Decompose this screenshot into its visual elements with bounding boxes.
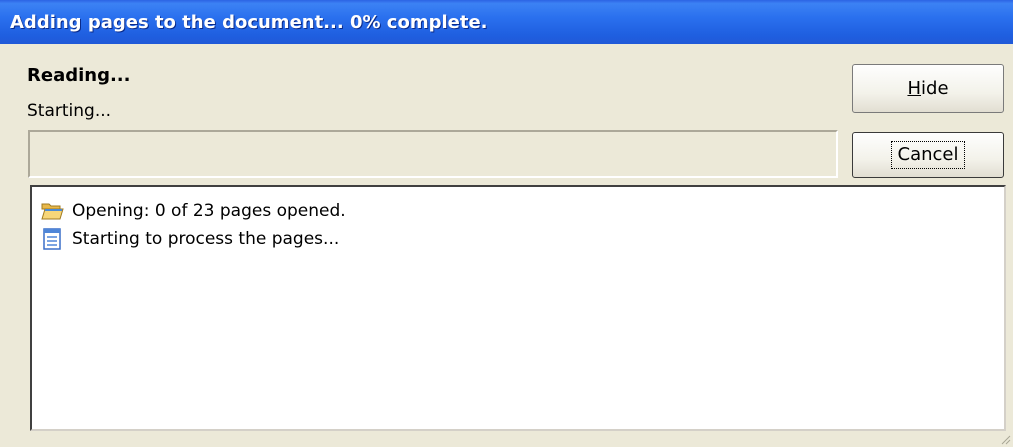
- hide-button-mnemonic: H: [907, 78, 922, 99]
- hide-button[interactable]: Hide: [852, 64, 1004, 113]
- log-item-text: Starting to process the pages...: [72, 229, 340, 249]
- log-item: Opening: 0 of 23 pages opened.: [40, 197, 346, 225]
- cancel-button[interactable]: Cancel: [852, 132, 1004, 178]
- title-bar[interactable]: Adding pages to the document... 0% compl…: [0, 0, 1013, 44]
- log-item-text: Opening: 0 of 23 pages opened.: [72, 201, 346, 221]
- activity-log[interactable]: Opening: 0 of 23 pages opened. Starting …: [30, 185, 1006, 431]
- task-heading: Reading...: [27, 65, 131, 86]
- document-page-icon: [43, 228, 61, 250]
- task-status: Starting...: [27, 101, 112, 121]
- window-title: Adding pages to the document... 0% compl…: [10, 11, 488, 33]
- log-item: Starting to process the pages...: [40, 225, 346, 253]
- resize-grip-icon[interactable]: [999, 433, 1011, 445]
- progress-bar: [28, 130, 838, 178]
- cancel-button-label: Cancel: [890, 141, 966, 169]
- open-folder-icon: [41, 203, 64, 220]
- hide-button-label: Hide: [907, 78, 949, 99]
